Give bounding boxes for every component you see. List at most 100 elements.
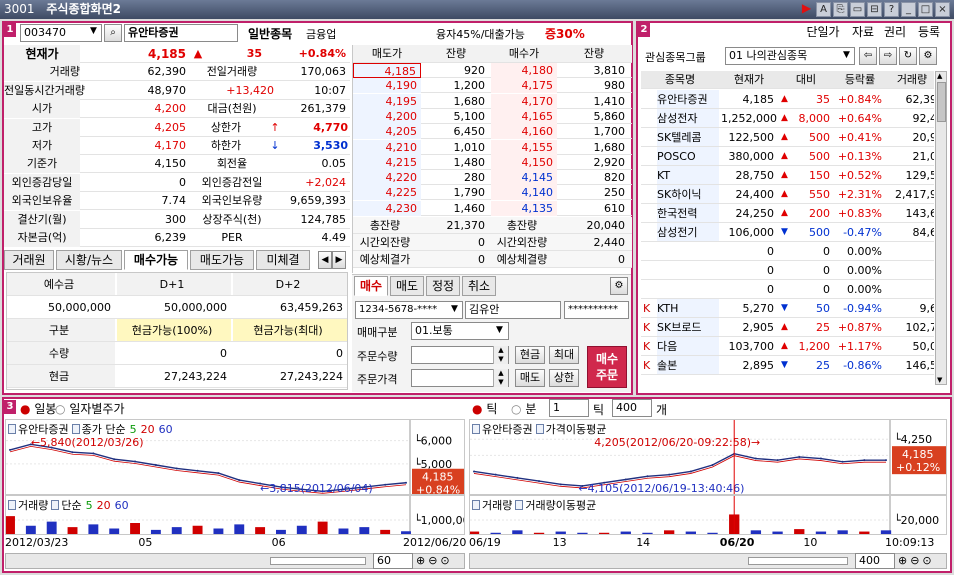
watch-row[interactable]: K 솔본 2,895 ▼ 25 -0.86% 146,5 <box>641 356 934 375</box>
wrench-icon[interactable]: ⚙ <box>610 277 628 295</box>
radio-daily[interactable]: ● 일봉 <box>20 400 56 417</box>
chart-title: 거래량 <box>482 499 513 512</box>
chevron-down-icon[interactable]: ▼ <box>496 325 503 335</box>
count-input[interactable]: 400 <box>612 399 652 417</box>
window-button-6[interactable]: □ <box>918 2 933 17</box>
account-select[interactable]: 1234-5678-**** <box>355 301 463 319</box>
watch-row[interactable]: 0 0 0.00% <box>641 280 934 299</box>
kosdaq-mark: K <box>643 302 651 315</box>
book-tot-ask: 21,370 <box>446 219 486 232</box>
search-icon[interactable]: ⌕ <box>104 24 122 42</box>
window-button-0[interactable]: A <box>816 2 831 17</box>
watch-row[interactable]: 0 0 0.00% <box>641 261 934 280</box>
watch-btn-0[interactable]: 단일가 <box>800 24 846 42</box>
watch-row[interactable]: K KTH 5,270 ▼ 50 -0.94% 9,6 <box>641 299 934 318</box>
book-row[interactable]: 4,215 1,480 4,150 2,920 <box>353 154 632 170</box>
book-row[interactable]: 4,230 1,460 4,135 610 <box>353 200 632 216</box>
book-row[interactable]: 4,210 1,010 4,155 1,680 <box>353 139 632 155</box>
daily-count-input[interactable]: 60 <box>373 553 413 569</box>
watch-row[interactable]: 한국전력 24,250 ▲ 200 +0.83% 143,6 <box>641 204 934 223</box>
book-row[interactable]: 4,205 6,450 4,160 1,700 <box>353 124 632 140</box>
window-button-3[interactable]: ⊟ <box>867 2 882 17</box>
chevron-down-icon[interactable]: ▼ <box>451 304 458 314</box>
watch-row[interactable]: POSCO 380,000 ▲ 500 +0.13% 21,0 <box>641 147 934 166</box>
window-button-4[interactable]: ? <box>884 2 899 17</box>
watch-row[interactable]: K SK브로드 2,905 ▲ 25 +0.87% 102,7 <box>641 318 934 337</box>
tab-0[interactable]: 거래원 <box>4 250 54 270</box>
watch-row[interactable]: SK하이닉 24,400 ▲ 550 +2.31% 2,417,9 <box>641 185 934 204</box>
daily-range-slider[interactable] <box>270 557 366 565</box>
tab-prev-icon[interactable]: ◀ <box>318 251 332 269</box>
window-button-5[interactable]: _ <box>901 2 916 17</box>
zoom-icons-left[interactable]: ⊕⊖⊙ <box>416 554 453 567</box>
book-row[interactable]: 4,190 1,200 4,175 980 <box>353 78 632 94</box>
arrow-right-icon[interactable]: ⇨ <box>879 47 897 65</box>
scroll-up-icon[interactable]: ▲ <box>937 72 942 80</box>
watch-btn-2[interactable]: 권리 <box>880 24 910 42</box>
radio-minute[interactable]: ○ 분 <box>511 400 536 417</box>
tab-2[interactable]: 매수가능 <box>124 250 188 270</box>
max-button[interactable]: 최대 <box>549 346 579 364</box>
refresh-icon[interactable]: ↻ <box>899 47 917 65</box>
book-row[interactable]: 4,200 5,100 4,165 5,860 <box>353 108 632 124</box>
watch-row[interactable]: K 다음 103,700 ▲ 1,200 +1.17% 50,0 <box>641 337 934 356</box>
stock-type: 일반종목 <box>248 27 293 41</box>
cash-button[interactable]: 현금 <box>515 346 545 364</box>
book-row[interactable]: 4,195 1,680 4,170 1,410 <box>353 93 632 109</box>
watch-row[interactable]: 0 0 0.00% <box>641 242 934 261</box>
chevron-down-icon[interactable]: ▼ <box>843 50 850 60</box>
group-select[interactable]: 01 나의관심종목 <box>725 47 855 65</box>
tab-3[interactable]: 매도가능 <box>190 250 254 270</box>
price-stepper[interactable]: ▲ ▼ <box>493 369 508 387</box>
book-row[interactable]: 4,185 920 4,180 3,810 <box>353 63 632 78</box>
sell-price-button[interactable]: 매도 <box>515 369 545 387</box>
tick-volume-chart[interactable]: └20,000 거래량 거래량이동평균 <box>469 495 947 535</box>
quote-prev-vol: 170,063 <box>300 65 347 79</box>
stock-name-input[interactable]: 유안타증권 <box>124 24 238 42</box>
play-icon[interactable]: ▶ <box>799 2 814 17</box>
tab-4[interactable]: 미체결 <box>256 250 310 270</box>
order-tab-1[interactable]: 매도 <box>390 276 424 296</box>
tab-next-icon[interactable]: ▶ <box>332 251 346 269</box>
watch-row[interactable]: 유안타증권 4,185 ▲ 35 +0.84% 62,39 <box>641 90 934 109</box>
watch-row[interactable]: 삼성전기 106,000 ▼ 500 -0.47% 84,6 <box>641 223 934 242</box>
watch-btn-3[interactable]: 등록 <box>912 24 946 42</box>
order-type-select[interactable]: 01.보통 <box>411 322 509 340</box>
qty-stepper[interactable]: ▲ ▼ <box>493 346 508 364</box>
radio-tick[interactable]: ● 틱 <box>472 400 497 417</box>
window-button-1[interactable]: ⎘ <box>833 2 848 17</box>
chevron-down-icon[interactable]: ▼ <box>90 26 97 36</box>
order-tab-0[interactable]: 매수 <box>354 276 388 296</box>
daily-volume-chart[interactable]: └1,000,000 거래량 단순52060 <box>5 495 465 535</box>
book-row[interactable]: 4,220 280 4,145 820 <box>353 170 632 186</box>
price-point <box>9 448 11 451</box>
watch-change: 0 <box>823 283 830 296</box>
watch-name: SK하이닉 <box>657 185 719 203</box>
tab-1[interactable]: 시황/뉴스 <box>56 250 122 270</box>
interval-input[interactable]: 1 <box>549 399 589 417</box>
order-tab-3[interactable]: 취소 <box>462 276 496 296</box>
tick-price-chart[interactable]: └4,250└4,2004,205(2012/06/20-09:22:58)→←… <box>469 419 947 495</box>
radio-daily-price[interactable]: ○ 일자별주가 <box>55 400 125 417</box>
daily-price-chart[interactable]: └6,000 └5,000 ←5,840(2012/03/26) ←3,815(201… <box>5 419 465 495</box>
arrow-left-icon[interactable]: ⇦ <box>859 47 877 65</box>
scroll-down-icon[interactable]: ▼ <box>937 376 942 384</box>
watch-row[interactable]: 삼성전자 1,252,000 ▲ 8,000 +0.64% 92,4 <box>641 109 934 128</box>
upper-limit-button[interactable]: 상한 <box>549 369 579 387</box>
zoom-icons-right[interactable]: ⊕⊖⊙ <box>898 554 935 567</box>
password-input[interactable]: ********** <box>564 301 629 319</box>
tick-count-input[interactable]: 400 <box>855 553 895 569</box>
window-button-7[interactable]: × <box>935 2 950 17</box>
scroll-thumb[interactable] <box>937 82 946 122</box>
watch-btn-1[interactable]: 자료 <box>848 24 878 42</box>
tick-range-slider[interactable] <box>748 557 848 565</box>
watch-row[interactable]: SK텔레콤 122,500 ▲ 500 +0.41% 20,9 <box>641 128 934 147</box>
volume-bar <box>213 528 224 534</box>
book-row[interactable]: 4,225 1,790 4,140 250 <box>353 185 632 201</box>
order-tab-2[interactable]: 정정 <box>426 276 460 296</box>
watch-row[interactable]: KT 28,750 ▲ 150 +0.52% 129,5 <box>641 166 934 185</box>
buy-order-button[interactable]: 매수 주문 <box>587 346 627 388</box>
wrench-icon[interactable]: ⚙ <box>919 47 937 65</box>
kosdaq-mark <box>643 128 655 146</box>
window-button-2[interactable]: ▭ <box>850 2 865 17</box>
